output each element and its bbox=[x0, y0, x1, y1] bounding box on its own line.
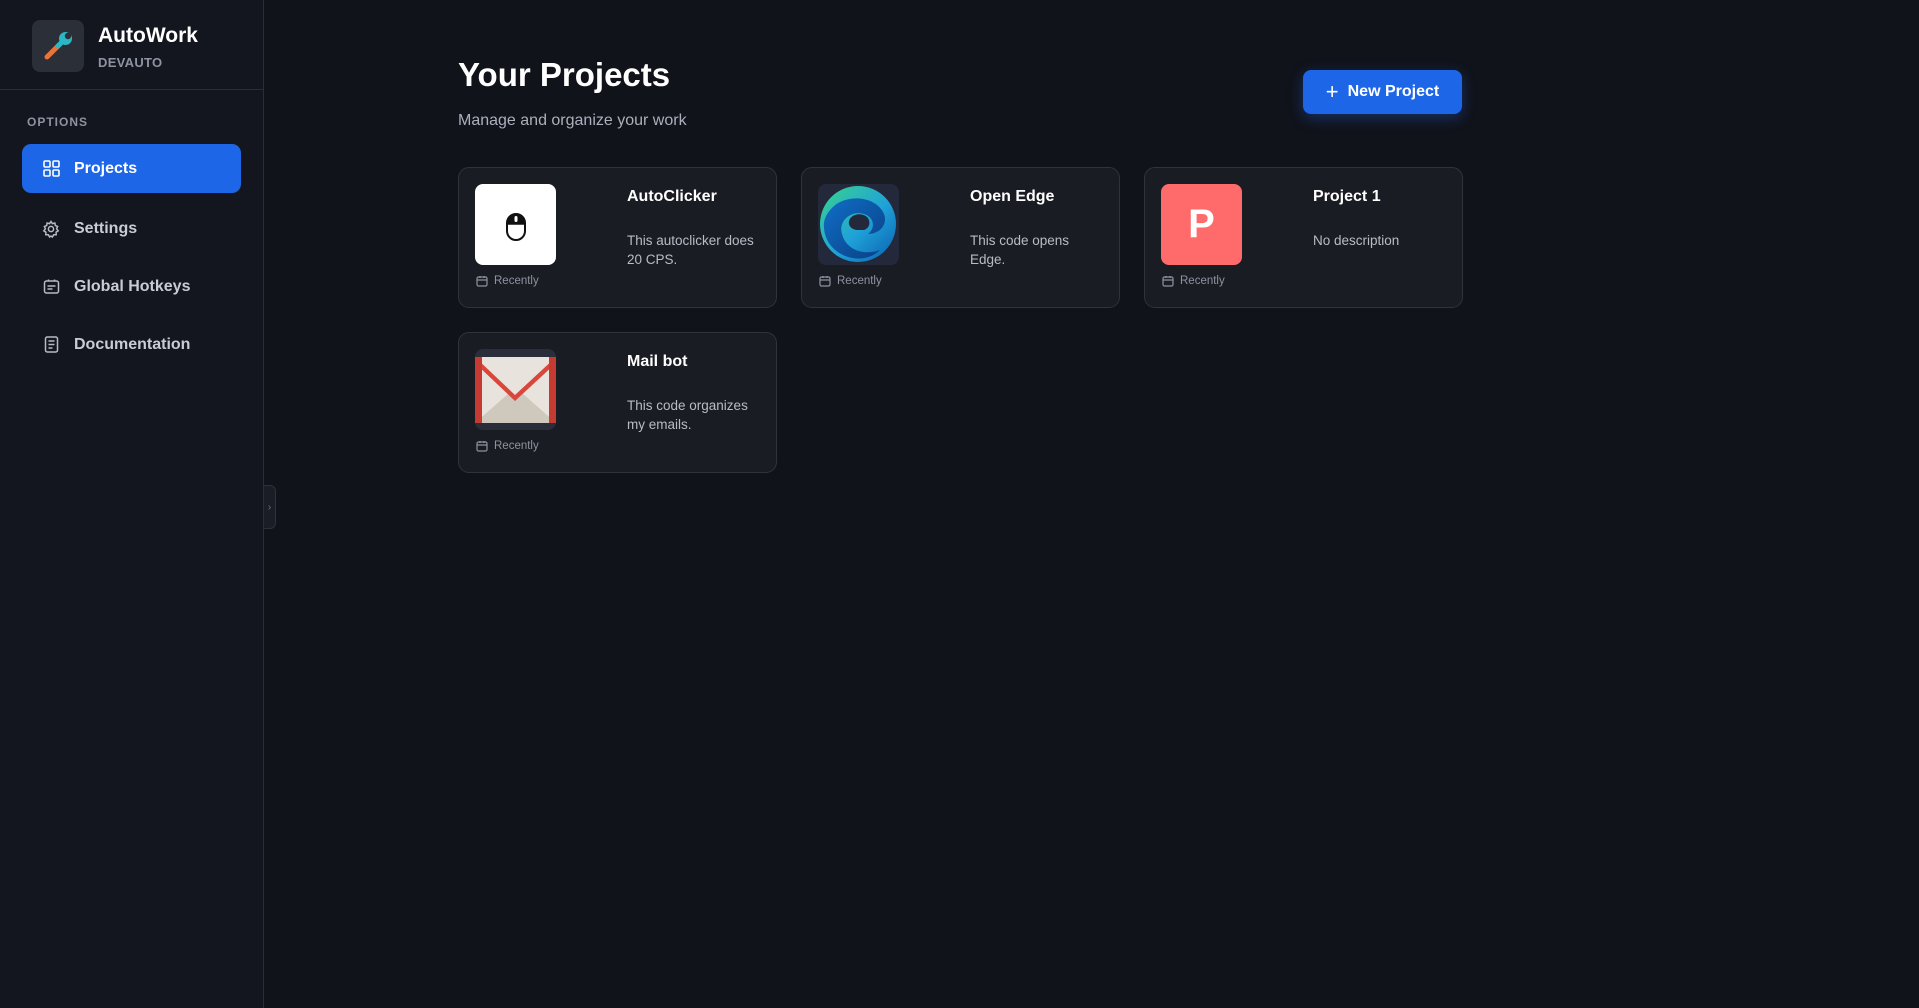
sidebar-item-documentation[interactable]: Documentation bbox=[22, 320, 241, 369]
project-card[interactable]: Mail bot This code organizes my emails. … bbox=[458, 332, 777, 473]
wrench-icon bbox=[32, 20, 84, 72]
project-title: Project 1 bbox=[1313, 188, 1381, 205]
sidebar-item-label: Global Hotkeys bbox=[74, 277, 191, 295]
grid-icon bbox=[42, 160, 60, 178]
project-date-label: Recently bbox=[494, 440, 539, 452]
gmail-logo-icon bbox=[475, 349, 556, 430]
project-description: This code organizes my emails. bbox=[627, 398, 748, 432]
workspace-name: DEVAUTO bbox=[98, 55, 163, 70]
sidebar-item-label: Projects bbox=[74, 159, 138, 177]
app-name: AutoWork bbox=[98, 24, 198, 47]
page-subtitle: Manage and organize your work bbox=[458, 112, 687, 129]
calendar-icon bbox=[476, 275, 488, 287]
project-date-label: Recently bbox=[494, 275, 539, 287]
sidebar-item-label: Settings bbox=[74, 219, 138, 237]
letter-p-icon: P bbox=[1161, 184, 1242, 265]
project-title: Open Edge bbox=[970, 188, 1055, 205]
new-project-button[interactable]: + New Project bbox=[1303, 70, 1462, 114]
mouse-icon bbox=[475, 184, 556, 265]
project-date: Recently bbox=[476, 440, 539, 452]
calendar-icon bbox=[819, 275, 831, 287]
project-date: Recently bbox=[476, 275, 539, 287]
project-card[interactable]: Open Edge This code opens Edge. Recently bbox=[801, 167, 1120, 308]
calendar-icon bbox=[1162, 275, 1174, 287]
project-description: This code opens Edge. bbox=[970, 233, 1070, 267]
project-card[interactable]: P Project 1 No description Recently bbox=[1144, 167, 1463, 308]
sidebar-section-label: OPTIONS bbox=[27, 115, 89, 129]
project-date-label: Recently bbox=[1180, 275, 1225, 287]
keyboard-icon bbox=[42, 278, 60, 296]
project-date-label: Recently bbox=[837, 275, 882, 287]
project-title: Mail bot bbox=[627, 353, 688, 370]
calendar-icon bbox=[476, 440, 488, 452]
sidebar-item-global-hotkeys[interactable]: Global Hotkeys bbox=[22, 262, 241, 311]
brand-header: AutoWork DEVAUTO bbox=[0, 0, 263, 90]
sidebar-item-label: Documentation bbox=[74, 335, 191, 353]
project-title: AutoClicker bbox=[627, 188, 717, 205]
sidebar-collapse-toggle[interactable]: › bbox=[264, 485, 276, 529]
project-date: Recently bbox=[819, 275, 882, 287]
app-window: AutoWork DEVAUTO OPTIONS Projects Settin… bbox=[0, 0, 1919, 1008]
new-project-label: New Project bbox=[1347, 83, 1440, 100]
project-description: This autoclicker does 20 CPS. bbox=[627, 233, 754, 267]
sidebar-item-projects[interactable]: Projects bbox=[22, 144, 241, 193]
edge-logo-icon bbox=[818, 184, 899, 265]
chevron-right-icon: › bbox=[267, 501, 272, 513]
project-description: No description bbox=[1313, 233, 1400, 248]
sidebar: AutoWork DEVAUTO OPTIONS Projects Settin… bbox=[0, 0, 264, 1008]
gear-icon bbox=[42, 219, 60, 238]
plus-icon: + bbox=[1325, 79, 1339, 104]
project-date: Recently bbox=[1162, 275, 1225, 287]
project-card[interactable]: AutoClicker This autoclicker does 20 CPS… bbox=[458, 167, 777, 308]
document-icon bbox=[42, 336, 60, 354]
sidebar-item-settings[interactable]: Settings bbox=[22, 204, 241, 253]
page-title: Your Projects bbox=[458, 56, 671, 93]
